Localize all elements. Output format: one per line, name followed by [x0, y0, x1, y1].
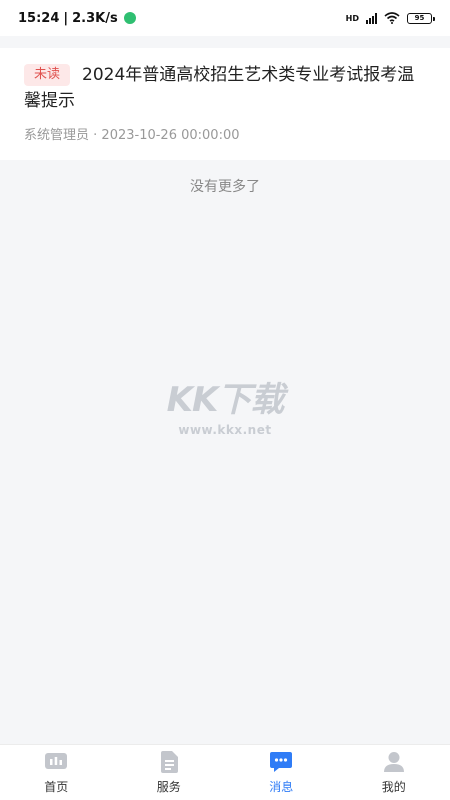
tab-profile[interactable]: 我的: [338, 745, 450, 800]
message-sender: 系统管理员: [24, 128, 90, 143]
message-title: 2024年普通高校招生艺术类专业考试报考温馨提示: [24, 65, 415, 111]
list-end-text: 没有更多了: [190, 179, 260, 195]
status-left: 15:24 | 2.3K/s: [18, 11, 136, 26]
tab-service-label: 服务: [156, 780, 181, 794]
battery-icon: 95: [407, 12, 435, 24]
message-meta: 系统管理员 · 2023-10-26 00:00:00: [24, 124, 426, 143]
status-right: HD 95: [345, 12, 435, 24]
tab-service[interactable]: 服务: [113, 745, 226, 800]
tab-messages-label: 消息: [269, 780, 294, 794]
watermark-url: www.kkx.net: [178, 423, 272, 437]
message-icon: [270, 752, 293, 772]
network-speed: 2.3K/s: [72, 10, 118, 26]
user-icon: [383, 752, 404, 772]
hd-label: HD: [345, 13, 359, 23]
status-time: 15:24: [18, 10, 60, 26]
message-title-row: 未读 2024年普通高校招生艺术类专业考试报考温馨提示: [24, 62, 426, 114]
status-bar: 15:24 | 2.3K/s HD 95: [0, 0, 450, 36]
document-icon: [160, 751, 178, 773]
signal-icon: [366, 12, 377, 24]
tab-home[interactable]: 首页: [0, 745, 113, 800]
wifi-icon: [384, 12, 400, 24]
unread-badge: 未读: [24, 64, 71, 86]
battery-level: 95: [414, 14, 425, 22]
message-date: 2023-10-26 00:00:00: [101, 128, 240, 143]
tab-profile-label: 我的: [381, 780, 406, 794]
bottom-tab-bar: 首页 服务 消息 我的: [0, 744, 450, 800]
home-icon: [45, 753, 68, 769]
watermark: KK下载 www.kkx.net: [0, 372, 450, 437]
message-card[interactable]: 未读 2024年普通高校招生艺术类专业考试报考温馨提示 系统管理员 · 2023-…: [0, 48, 450, 160]
tab-messages[interactable]: 消息: [225, 745, 338, 800]
watermark-logo: KK下载: [166, 380, 285, 420]
status-separator: |: [63, 10, 69, 26]
shield-icon: [123, 12, 136, 24]
tab-home-label: 首页: [44, 780, 69, 794]
